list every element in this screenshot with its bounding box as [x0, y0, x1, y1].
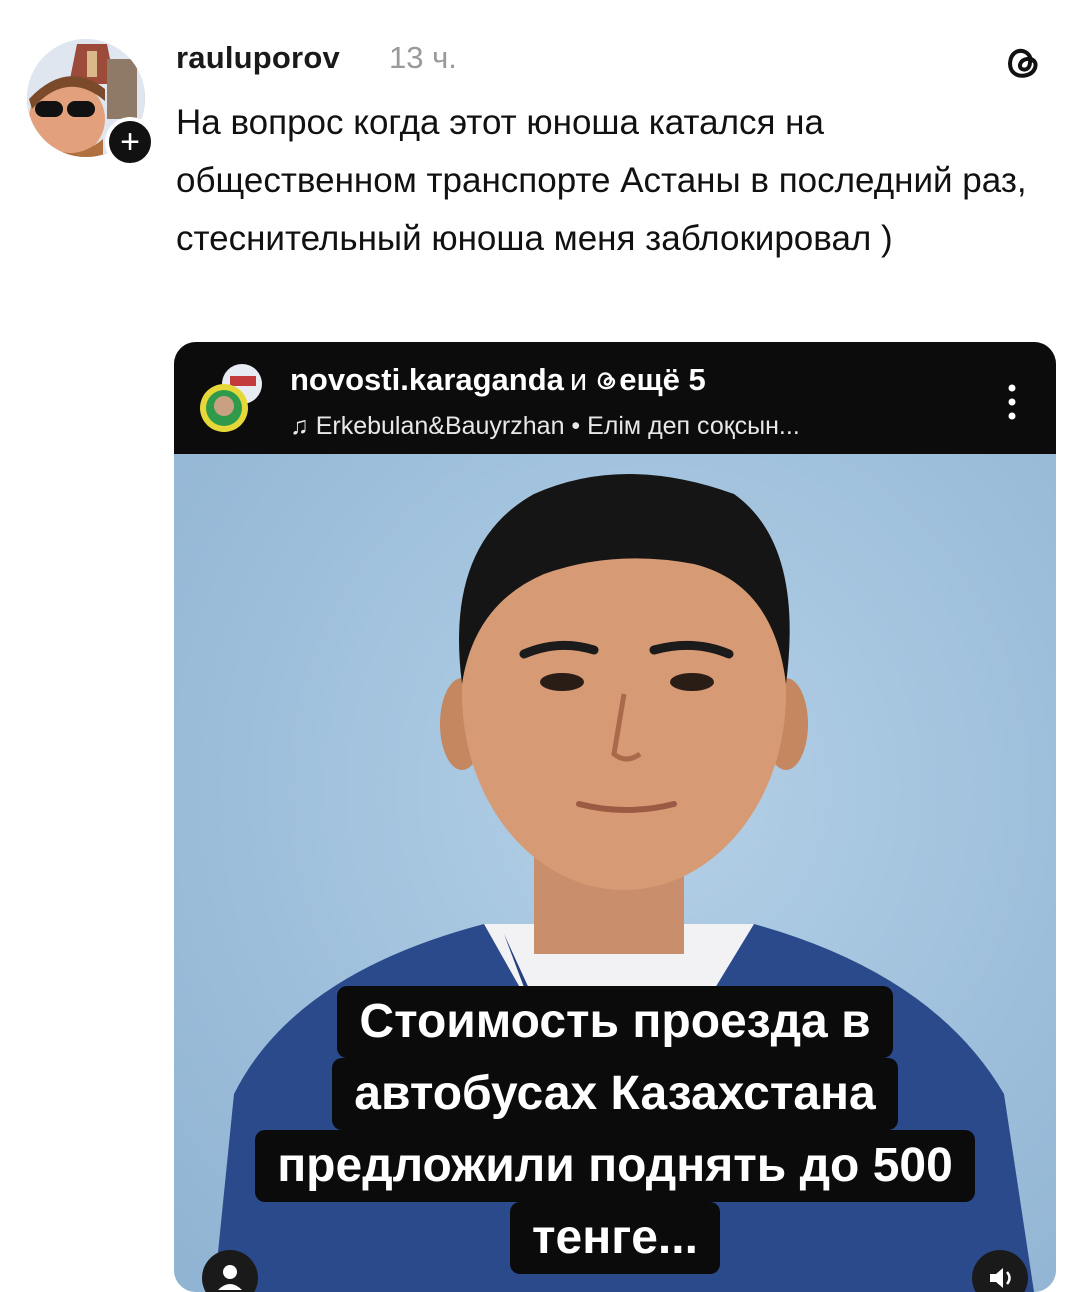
- embed-music-line[interactable]: ♫ Erkebulan&Bauyrzhan • Елім деп соқсын.…: [290, 412, 800, 441]
- caption-line-2: автобусах Казахстана: [332, 1058, 898, 1130]
- plus-icon: +: [120, 123, 140, 161]
- reel-caption: Стоимость проезда в автобусах Казахстана…: [174, 986, 1056, 1274]
- more-vertical-icon[interactable]: [1002, 382, 1022, 422]
- embed-account-line[interactable]: novosti.karaganda и ещё 5: [290, 362, 706, 398]
- sound-icon[interactable]: [972, 1250, 1028, 1292]
- embed-and-word: и: [569, 362, 588, 397]
- embed-music-title: Erkebulan&Bauyrzhan • Елім деп соқсын...: [315, 412, 800, 440]
- caption-line-1: Стоимость проезда в: [337, 986, 893, 1058]
- threads-mini-icon: [593, 362, 619, 397]
- caption-line-3: предложили поднять до 500: [255, 1130, 975, 1202]
- follow-button[interactable]: +: [105, 117, 155, 167]
- post-username[interactable]: rauluporov: [176, 40, 340, 76]
- embed-others-count[interactable]: ещё 5: [619, 362, 706, 397]
- threads-logo-icon[interactable]: [1000, 40, 1044, 84]
- music-note-icon: ♫: [290, 412, 309, 440]
- post-text: На вопрос когда этот юноша катался на об…: [176, 103, 1027, 258]
- embed-header: novosti.karaganda и ещё 5 ♫ Erkebulan&Bauy…: [174, 342, 1056, 454]
- embed-account-avatar[interactable]: [198, 362, 268, 436]
- embedded-reel[interactable]: novosti.karaganda и ещё 5 ♫ Erkebulan&Bauy…: [174, 342, 1056, 1292]
- caption-line-4: тенге...: [510, 1202, 720, 1274]
- post-timestamp: 13 ч.: [389, 40, 457, 75]
- embed-account-name[interactable]: novosti.karaganda: [290, 362, 564, 397]
- user-tag-icon[interactable]: [202, 1250, 258, 1292]
